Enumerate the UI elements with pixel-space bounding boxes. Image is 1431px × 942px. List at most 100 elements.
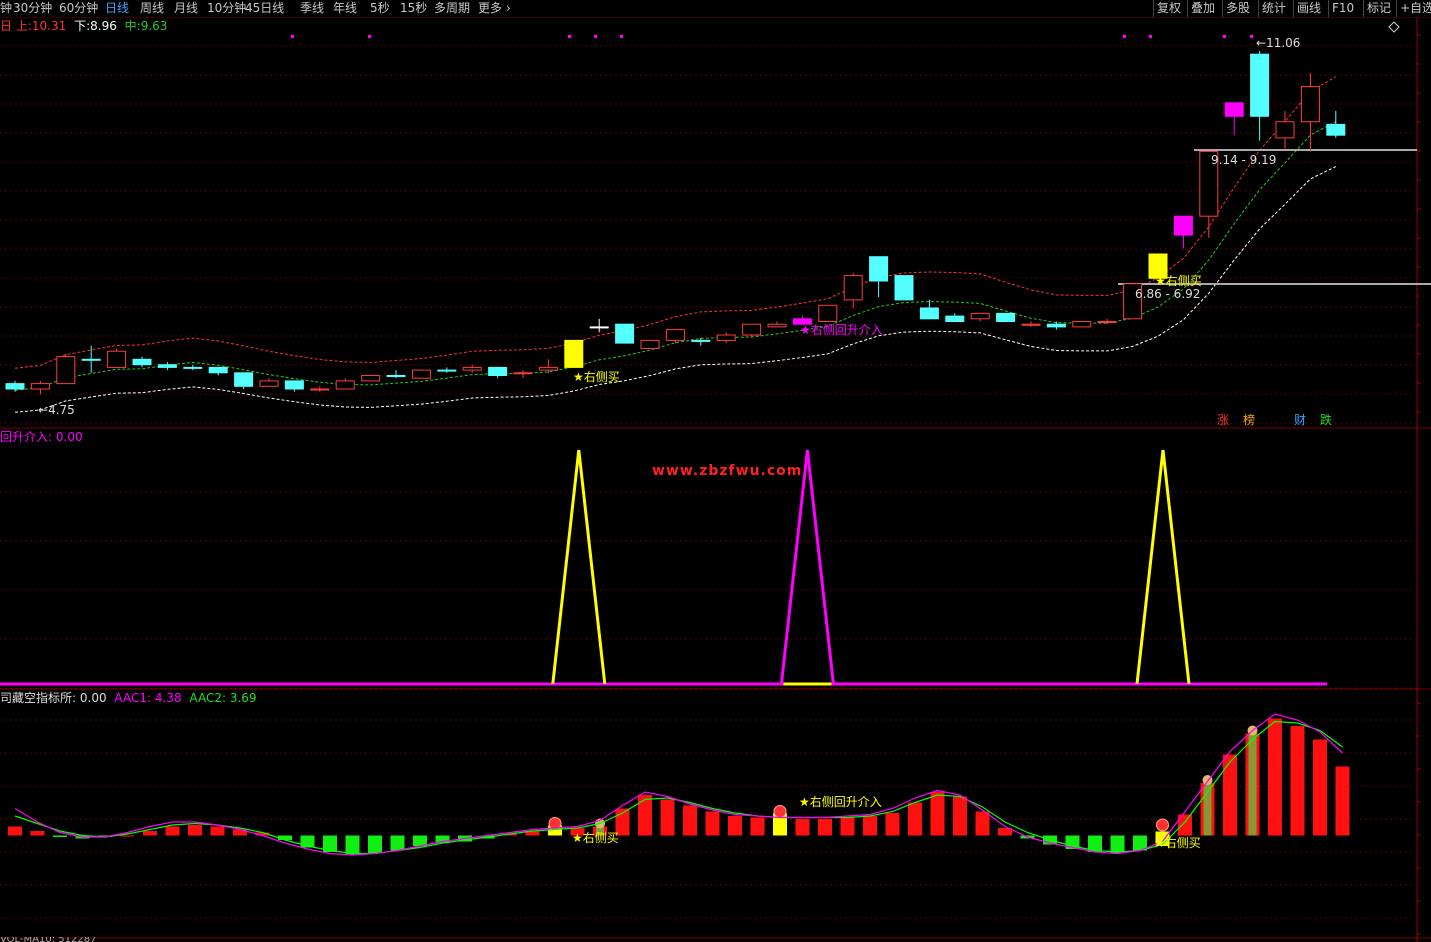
low-price-value: 4.75 <box>48 403 75 417</box>
badge-bang[interactable]: 榜 <box>1243 414 1255 427</box>
lower-value: 8.96 <box>90 19 117 33</box>
top-marker-dot <box>1223 35 1226 38</box>
oscillator-panel-title: 司藏空指标所: 0.00 AAC1: 4.38 AAC2: 3.69 <box>0 692 257 705</box>
candle-body <box>234 372 254 387</box>
candle-body <box>107 350 127 368</box>
top-marker-dot <box>291 35 294 38</box>
candle-body <box>869 256 889 282</box>
candle-body <box>56 356 76 385</box>
upper-value: 10.31 <box>31 19 67 33</box>
candle-body <box>310 388 330 391</box>
osc-signal-buy-2: ★右侧买 <box>1154 836 1201 850</box>
osc-bar <box>660 799 675 836</box>
aac2-label: AAC2: <box>189 691 227 705</box>
osc-bar <box>1268 718 1282 836</box>
candle-body <box>1097 321 1117 323</box>
lower-label: 下: <box>74 19 91 33</box>
candle-body <box>640 339 660 349</box>
candle-body <box>589 326 609 329</box>
candle-body <box>488 366 508 376</box>
range-mid-label: 6.86 - 6.92 <box>1135 287 1201 301</box>
osc-bar <box>1335 766 1350 836</box>
candle-body <box>1173 215 1193 236</box>
top-marker-dot <box>1250 35 1253 38</box>
aac1-value: 4.38 <box>154 691 182 705</box>
top-marker-dot <box>1149 35 1152 38</box>
badge-cai[interactable]: 财 <box>1294 414 1306 427</box>
high-price-label: ←11.06 <box>1256 36 1301 50</box>
osc-bar <box>818 819 832 836</box>
candle-body <box>386 375 406 377</box>
candle-body <box>183 366 203 369</box>
candle-body <box>1072 321 1092 328</box>
rebound-spike <box>779 449 835 685</box>
candle-body <box>1326 123 1346 136</box>
candle-body <box>538 366 558 371</box>
candle-body <box>716 334 736 341</box>
upper-band-line <box>14 76 1337 369</box>
candle-body <box>691 339 711 342</box>
signal-ball-icon <box>1156 818 1169 832</box>
top-marker-dot <box>1123 35 1126 38</box>
osc-bar <box>210 826 225 836</box>
osc-bar <box>1290 726 1305 836</box>
top-marker-dot <box>594 35 597 38</box>
watermark: www.zbzfwu.com <box>652 463 803 479</box>
osc-money-bar <box>1203 783 1212 836</box>
rebound-panel-title: 回升介入: 0.00 <box>0 431 83 444</box>
osc-bar <box>1223 754 1237 836</box>
candle-body <box>284 380 304 390</box>
candle-body <box>818 304 838 322</box>
candle-body <box>335 380 355 390</box>
top-marker-dot <box>368 35 371 38</box>
candle-body <box>1300 86 1320 123</box>
candle-body <box>970 312 990 320</box>
osc-bar <box>120 835 135 837</box>
osc-bar <box>750 817 765 836</box>
osc-bar <box>863 816 877 836</box>
candle-body <box>462 366 482 371</box>
osc-signal-rebound: ★右侧回升介入 <box>799 795 882 809</box>
osc-bar <box>345 835 360 855</box>
candle-body <box>361 375 381 382</box>
candle-body <box>30 383 50 390</box>
candle-body <box>1250 53 1270 117</box>
candle-body <box>742 323 762 336</box>
badge-die[interactable]: 跌 <box>1320 414 1332 427</box>
candle-body <box>259 380 279 387</box>
osc-bar <box>953 796 967 836</box>
mid-value: 9.63 <box>140 19 168 33</box>
candle-body <box>132 358 152 366</box>
badge-zhang[interactable]: 涨 <box>1217 414 1229 427</box>
mid-label: 中: <box>124 19 141 33</box>
oscillator-title: 司藏空指标所: <box>0 691 77 705</box>
candle-body <box>843 275 863 301</box>
candle-body <box>1224 102 1244 117</box>
signal-buy-2-label: ★右侧买 <box>1155 274 1202 288</box>
candle-body <box>208 366 228 374</box>
osc-bar <box>8 826 22 836</box>
upper-label: 上: <box>15 19 32 33</box>
candle-body <box>5 383 25 390</box>
osc-bar <box>840 817 855 836</box>
candle-body <box>513 372 533 375</box>
osc-bar <box>143 831 157 836</box>
high-price-value: 11.06 <box>1266 36 1301 50</box>
candle-body <box>81 358 101 361</box>
osc-bar <box>728 816 742 836</box>
osc-bar <box>975 811 990 836</box>
candle-body <box>1275 121 1295 139</box>
osc-bar <box>705 811 720 836</box>
candle-body <box>411 369 431 379</box>
osc-money-bar <box>1248 733 1257 836</box>
signal-ball-icon <box>773 805 787 818</box>
low-price-label: ←4.75 <box>38 403 75 417</box>
osc-bar <box>30 831 45 836</box>
candle-body <box>564 339 584 368</box>
candle-body <box>157 364 177 368</box>
rebound-title: 回升介入: <box>0 430 53 444</box>
range-high-label: 9.14 - 9.19 <box>1211 153 1277 167</box>
osc-bar <box>795 819 810 836</box>
osc-signal-buy-1: ★右侧买 <box>572 831 619 845</box>
next-panel-title: VOL-MA10: 512287 <box>0 937 96 942</box>
